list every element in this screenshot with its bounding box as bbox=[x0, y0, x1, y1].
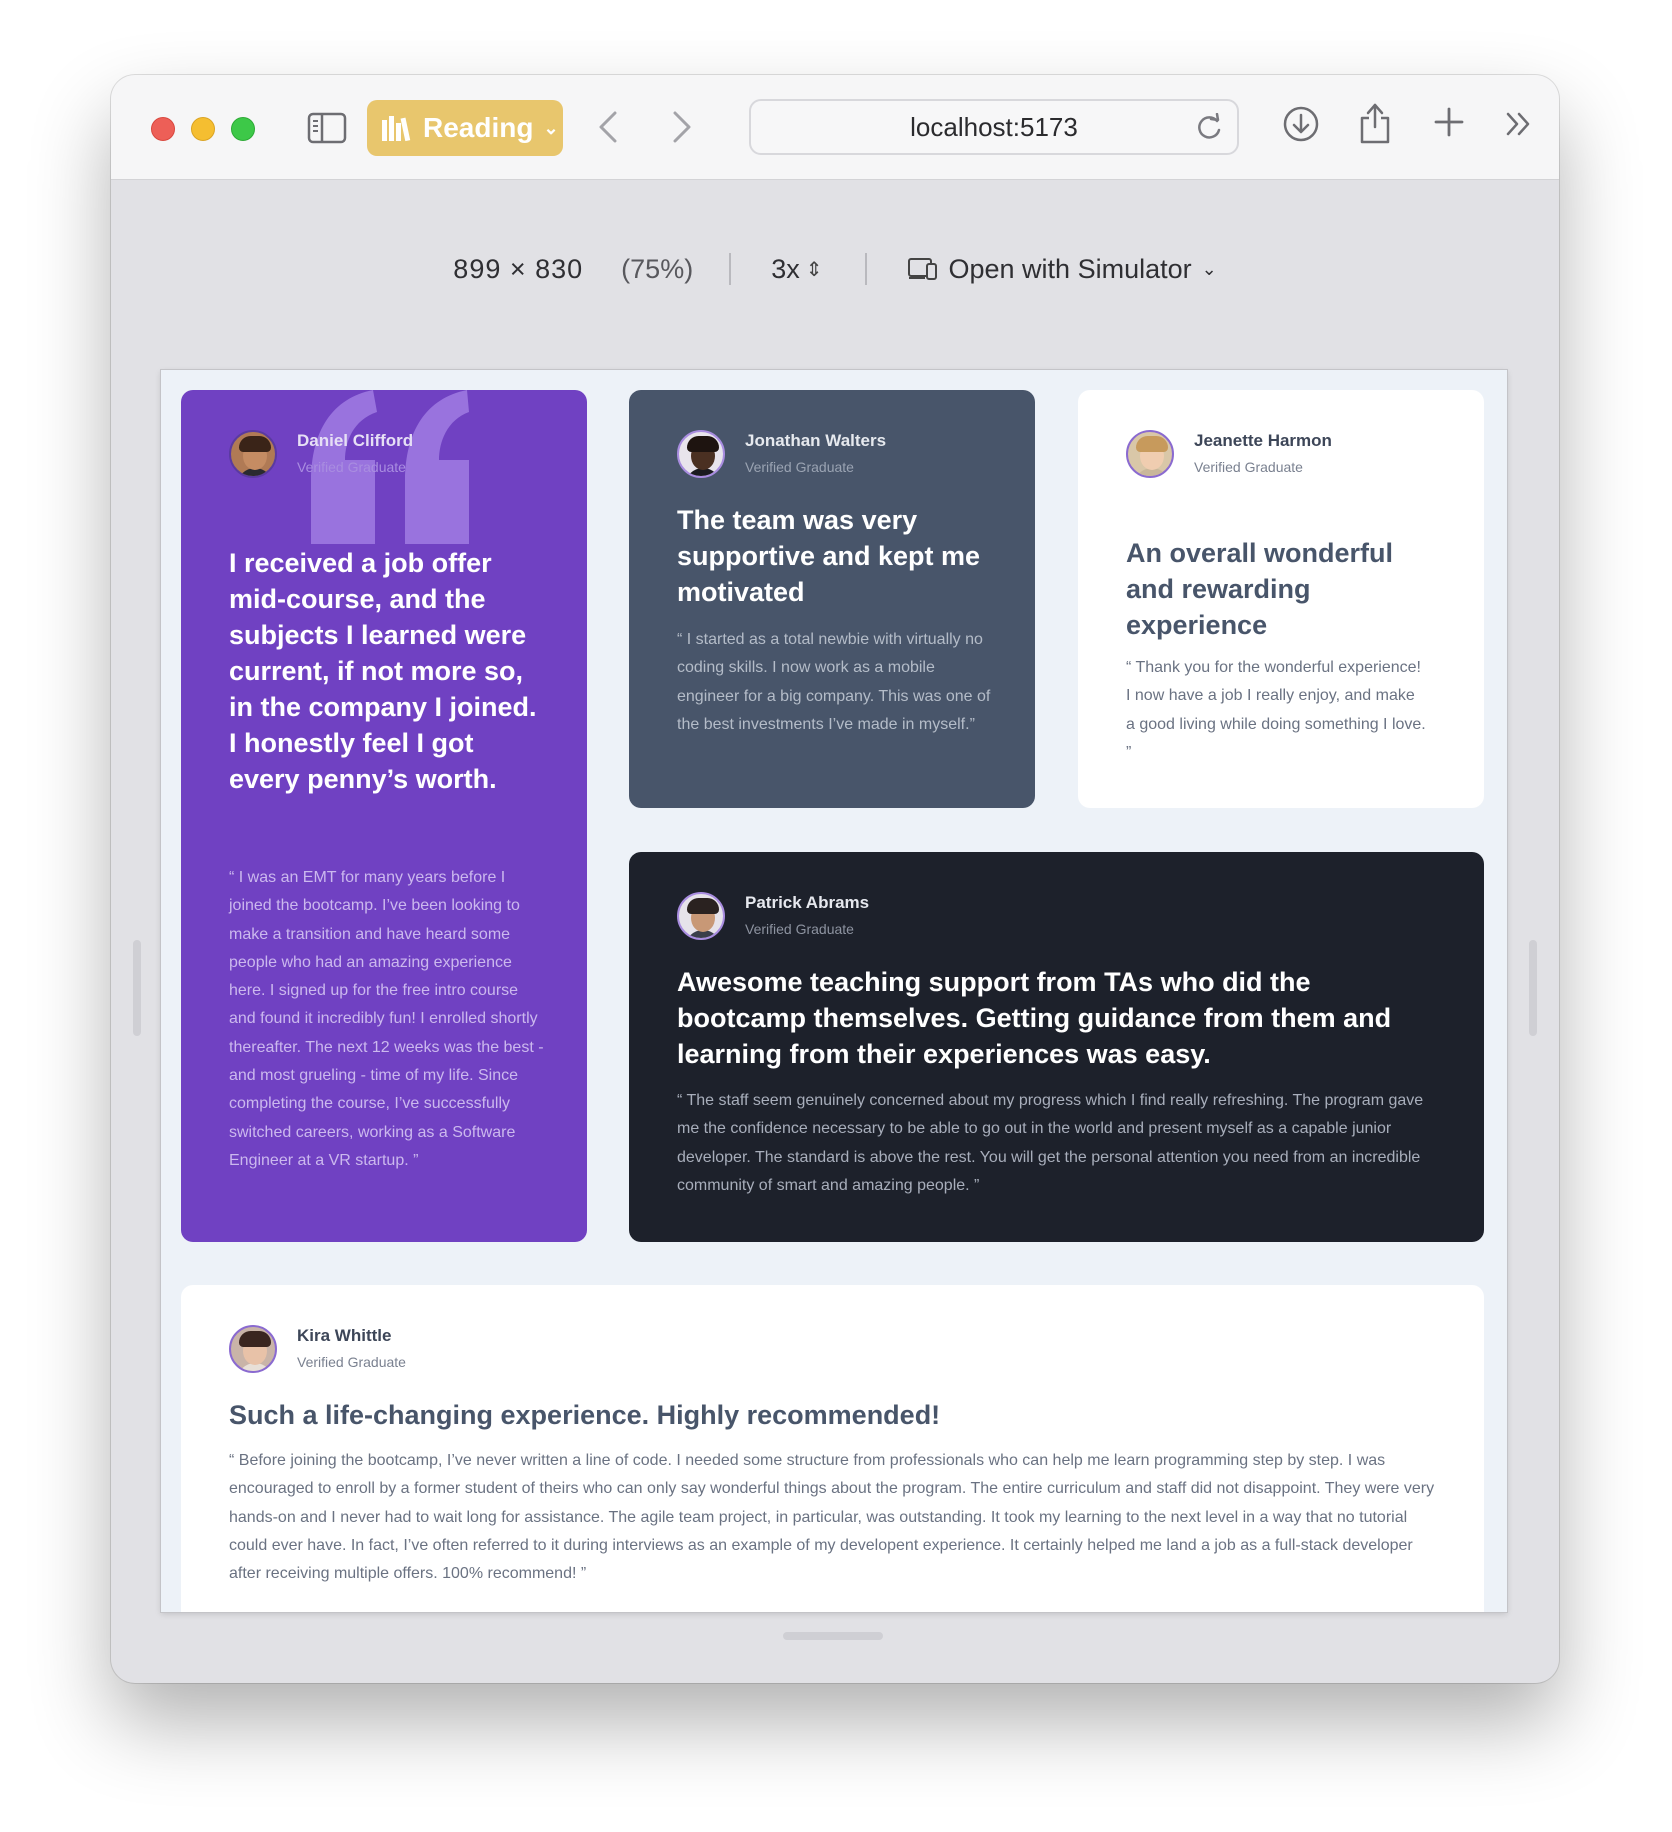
author-block: Kira Whittle Verified Graduate bbox=[229, 1325, 406, 1373]
testimonial-headline: An overall wonderful and rewarding exper… bbox=[1126, 538, 1394, 640]
author-name: Patrick Abrams bbox=[745, 893, 870, 912]
testimonial-headline: Such a life-changing experience. Highly … bbox=[229, 1400, 941, 1430]
close-window-button[interactable] bbox=[151, 117, 175, 141]
up-down-chevron-icon[interactable]: ⇕ bbox=[806, 257, 823, 282]
resize-handle-right[interactable] bbox=[1529, 940, 1537, 1036]
forward-arrow-icon[interactable] bbox=[669, 107, 695, 152]
testimonial-quote: “ I started as a total newbie with virtu… bbox=[677, 631, 991, 733]
page-viewport: Daniel Clifford Verified Graduate I rece… bbox=[161, 370, 1507, 1612]
avatar bbox=[1126, 430, 1174, 478]
author-role: Verified Graduate bbox=[297, 459, 406, 475]
avatar bbox=[677, 892, 725, 940]
divider bbox=[729, 253, 732, 285]
device-icon bbox=[907, 258, 937, 280]
simulator-label: Open with Simulator bbox=[948, 253, 1192, 284]
responsive-design-bar: 899 × 830 (75%) 3x ⇕ Open with Simulator… bbox=[111, 239, 1559, 299]
browser-toolbar: Reading ⌄ localhost:5173 bbox=[111, 75, 1559, 180]
author-role: Verified Graduate bbox=[1194, 459, 1303, 475]
download-icon[interactable] bbox=[1282, 105, 1320, 148]
open-simulator-button[interactable]: Open with Simulator ⌄ bbox=[907, 254, 1217, 285]
testimonial-card-patrick: Patrick Abrams Verified Graduate Awesome… bbox=[629, 852, 1484, 1242]
browser-window: Reading ⌄ localhost:5173 899 × 830 (75%) bbox=[111, 75, 1559, 1683]
author-name: Jeanette Harmon bbox=[1194, 431, 1332, 450]
more-chevrons-icon[interactable] bbox=[1504, 109, 1534, 144]
minimize-window-button[interactable] bbox=[191, 117, 215, 141]
resize-handle-bottom[interactable] bbox=[783, 1632, 883, 1640]
zoom-window-button[interactable] bbox=[231, 117, 255, 141]
chevron-down-icon: ⌄ bbox=[543, 117, 559, 138]
avatar bbox=[229, 1325, 277, 1373]
pixel-ratio-select[interactable]: 3x bbox=[771, 254, 800, 285]
back-arrow-icon[interactable] bbox=[595, 107, 621, 152]
new-tab-plus-icon[interactable] bbox=[1432, 105, 1466, 144]
author-block: Patrick Abrams Verified Graduate bbox=[677, 892, 869, 940]
testimonial-card-kira: Kira Whittle Verified Graduate Such a li… bbox=[181, 1285, 1484, 1612]
share-icon[interactable] bbox=[1358, 101, 1392, 150]
testimonial-quote: “ Thank you for the wonderful experience… bbox=[1126, 659, 1426, 761]
avatar bbox=[677, 430, 725, 478]
author-role: Verified Graduate bbox=[297, 1354, 406, 1370]
testimonial-headline: I received a job offer mid-course, and t… bbox=[229, 548, 537, 794]
testimonial-quote: “ The staff seem genuinely concerned abo… bbox=[677, 1092, 1424, 1194]
testimonial-quote: “ Before joining the bootcamp, I’ve neve… bbox=[229, 1452, 1435, 1583]
author-name: Kira Whittle bbox=[297, 1326, 392, 1345]
reading-label: Reading bbox=[423, 112, 534, 143]
author-block: Jeanette Harmon Verified Graduate bbox=[1126, 430, 1332, 478]
viewport-dimensions[interactable]: 899 × 830 bbox=[453, 254, 583, 285]
testimonial-headline: The team was very supportive and kept me… bbox=[677, 505, 981, 607]
testimonial-card-jonathan: Jonathan Walters Verified Graduate The t… bbox=[629, 390, 1035, 808]
testimonial-quote: “ I was an EMT for many years before I j… bbox=[229, 869, 544, 1169]
author-block: Daniel Clifford Verified Graduate bbox=[229, 430, 413, 478]
resize-handle-left[interactable] bbox=[133, 940, 141, 1036]
avatar bbox=[229, 430, 277, 478]
divider bbox=[864, 253, 867, 285]
books-icon bbox=[382, 116, 411, 142]
author-name: Jonathan Walters bbox=[745, 431, 887, 450]
reload-icon[interactable] bbox=[1195, 113, 1223, 143]
author-name: Daniel Clifford bbox=[297, 431, 414, 450]
reading-list-button[interactable]: Reading ⌄ bbox=[367, 100, 563, 156]
author-role: Verified Graduate bbox=[745, 921, 854, 937]
sidebar-toggle-icon[interactable] bbox=[307, 111, 347, 145]
author-role: Verified Graduate bbox=[745, 459, 854, 475]
author-block: Jonathan Walters Verified Graduate bbox=[677, 430, 886, 478]
testimonial-headline: Awesome teaching support from TAs who di… bbox=[677, 967, 1392, 1069]
testimonial-card-daniel: Daniel Clifford Verified Graduate I rece… bbox=[181, 390, 587, 1242]
viewport-zoom: (75%) bbox=[621, 253, 694, 284]
address-bar[interactable]: localhost:5173 bbox=[749, 99, 1239, 155]
url-text: localhost:5173 bbox=[910, 111, 1078, 142]
chevron-down-icon: ⌄ bbox=[1201, 258, 1217, 279]
testimonial-card-jeanette: Jeanette Harmon Verified Graduate An ove… bbox=[1078, 390, 1484, 808]
